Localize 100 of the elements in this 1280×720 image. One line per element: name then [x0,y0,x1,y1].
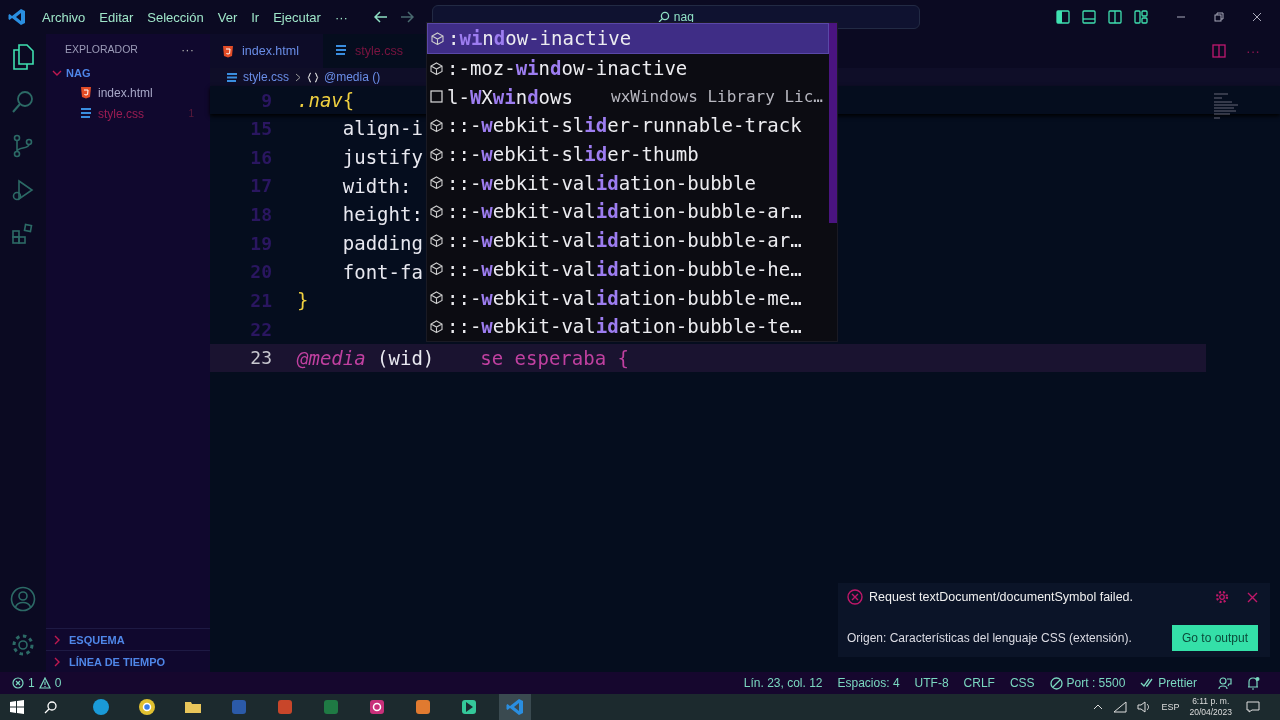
chevron-right-icon [295,72,301,82]
code-line: width: [341,174,412,197]
status-item[interactable]: UTF-8 [914,676,949,690]
status-item[interactable]: CRLF [963,676,995,690]
search-icon[interactable] [44,700,58,714]
suggestion-item[interactable]: ::-webkit-validation-bubble-te… [427,311,829,341]
line-number: 17 [249,175,273,197]
status-item[interactable]: Espacios: 4 [837,676,900,690]
line-number: 20 [249,261,273,283]
line-number: 15 [249,117,273,139]
cube-icon [430,204,443,218]
source-control-icon[interactable] [11,134,35,158]
breadcrumb-item[interactable]: @media () [307,70,381,84]
more-menu-button[interactable]: ··· [334,9,348,25]
wifi-icon[interactable] [1113,701,1128,713]
status-item[interactable]: Prettier [1140,676,1197,690]
back-arrow-icon[interactable] [373,11,388,23]
code-line: .nav{ [297,89,355,111]
split-editor-icon[interactable] [1212,44,1226,58]
cube-icon [430,176,443,190]
code-line: } [297,289,309,312]
volume-icon[interactable] [1137,701,1152,713]
suggestion-item[interactable]: ::-webkit-slider-thumb [427,139,829,169]
notification-bell-icon[interactable] [1246,676,1260,690]
clock[interactable]: 6:11 p. m. 20/04/2023 [1189,696,1232,718]
settings-icon[interactable] [10,632,36,658]
start-icon[interactable] [10,700,24,714]
suggestion-item[interactable]: ::-webkit-slider-runnable-track [427,111,829,140]
suggestion-item[interactable]: ::-webkit-validation-bubble-ar… [427,225,829,255]
chevron-up-icon[interactable] [1093,704,1104,710]
language-indicator[interactable]: ESP [1161,702,1180,712]
more-actions-button[interactable]: ··· [181,41,194,57]
layout-icon[interactable] [1134,10,1148,24]
suggestion-item[interactable]: ::-webkit-validation-bubble-me… [427,283,829,312]
menu-item[interactable]: Archivo [42,9,86,25]
suggestion-item[interactable]: l-WXwindows wxWindows Library Lic… [427,82,829,112]
code-line: height: [341,203,423,226]
problems-indicator[interactable]: 1 0 [12,676,62,690]
suggestion-item[interactable]: ::-webkit-validation-bubble-ar… [427,197,829,226]
go-to-output-button[interactable]: Go to output [1171,625,1258,651]
suggestion-item[interactable]: :-moz-window-inactive [427,53,829,83]
no-entry-icon [1049,676,1063,690]
menu-item[interactable]: Selección [147,9,204,25]
code-editor-icon[interactable] [499,694,531,720]
folder-item[interactable]: NAG [46,64,210,82]
code-line: align-i [341,117,423,140]
suggestion-item[interactable]: :window-inactive [427,23,829,54]
menu-item[interactable]: Ejecutar [273,9,321,25]
cube-icon [430,291,443,305]
feedback-icon[interactable] [1218,676,1232,690]
cube-icon [430,118,443,132]
code-line: padding [341,232,423,255]
file-item[interactable]: index.html [46,82,210,103]
app-logo-icon [8,8,26,26]
run-debug-icon[interactable] [11,178,35,202]
panel-toggle-icon[interactable] [1082,10,1096,24]
status-item[interactable]: CSS [1009,676,1035,690]
line-number: 18 [249,203,273,225]
line-number: 21 [249,289,273,311]
line-number: 22 [249,318,273,340]
cube-icon [430,319,443,333]
scrollbar[interactable] [829,23,837,223]
cube-icon [430,147,443,161]
css-file-icon [226,71,238,83]
files-icon[interactable] [11,44,35,70]
code-line: justify [341,146,423,169]
line-number: 19 [249,232,273,254]
explorer-title: EXPLORADOR [65,43,138,55]
notifications-icon[interactable] [1246,701,1260,713]
restore-icon[interactable] [1214,12,1224,22]
css-file-icon [335,44,347,57]
css-file-icon [80,107,92,120]
breadcrumb-item[interactable]: style.css [226,70,289,84]
account-icon[interactable] [10,586,36,612]
html-file-icon [80,86,92,99]
error-count: 1 [188,108,194,119]
menu-item[interactable]: Ir [251,9,260,25]
notification-source: Origen: Características del lenguaje CSS (extensión). [847,631,1132,645]
cube-icon [430,61,443,75]
menu-item[interactable]: Ver [217,9,238,25]
extensions-icon[interactable] [11,222,35,246]
html-file-icon [222,44,234,58]
sidebar-toggle-icon[interactable] [1056,10,1070,24]
close-icon[interactable] [1252,12,1262,22]
cube-icon [430,262,443,276]
status-item[interactable]: Port : 5500 [1049,676,1126,690]
square-icon [430,90,443,104]
editor-tab[interactable]: index.html [210,34,323,68]
suggestion-item[interactable]: ::-webkit-validation-bubble [427,168,829,198]
suggestion-item[interactable]: ::-webkit-validation-bubble-he… [427,254,829,284]
split-layout-icon[interactable] [1108,10,1122,24]
menu-item[interactable]: Editar [99,9,134,25]
error-icon [847,589,863,605]
settings-icon[interactable] [1215,590,1229,604]
line-number: 9 [260,89,273,111]
line-number: 23 [249,347,273,369]
forward-arrow-icon[interactable] [399,11,414,23]
code-line: font-fa [341,260,423,283]
status-item[interactable]: Lín. 23, col. 12 [743,676,823,690]
cube-icon [431,31,444,45]
